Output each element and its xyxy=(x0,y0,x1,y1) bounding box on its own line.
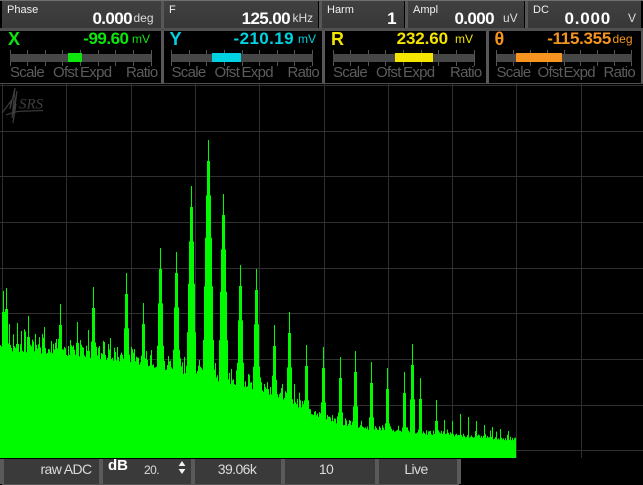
svg-text:SRS: SRS xyxy=(19,97,44,113)
